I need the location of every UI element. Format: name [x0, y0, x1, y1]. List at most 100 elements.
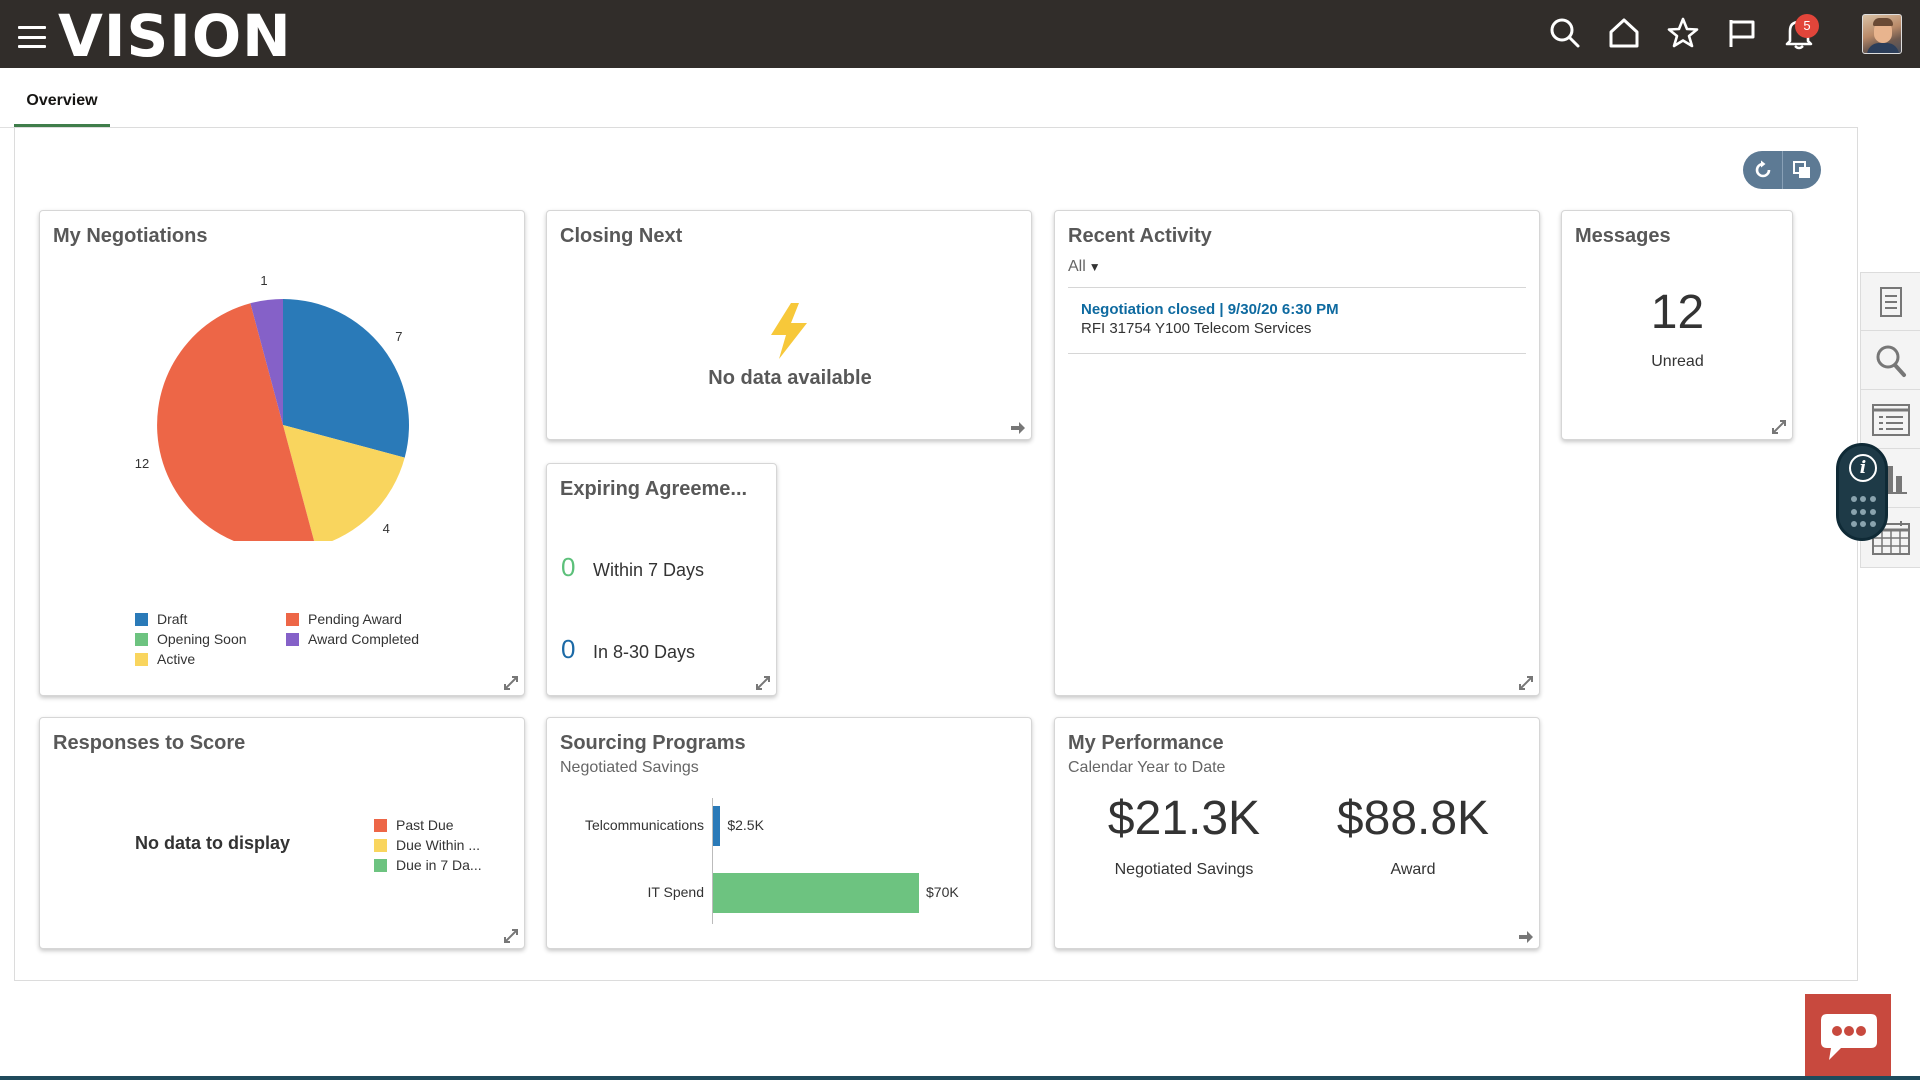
negotiations-pie-chart: 7 4 12 1: [135, 273, 410, 541]
legend-swatch: [374, 818, 387, 832]
legend-swatch: [374, 838, 387, 852]
copy-button[interactable]: [1782, 151, 1821, 189]
legend-swatch: [374, 858, 387, 872]
legend-swatch: [286, 632, 299, 646]
search-icon[interactable]: [1861, 332, 1920, 390]
expiring-row[interactable]: 0 Within 7 Days: [561, 552, 704, 583]
card-title[interactable]: Messages: [1575, 225, 1671, 248]
legend-item[interactable]: Opening Soon: [135, 631, 247, 647]
arrow-right-icon[interactable]: [1518, 930, 1534, 944]
legend-label: Past Due: [396, 817, 454, 833]
messages-card: Messages 12 Unread: [1561, 210, 1793, 440]
card-subtitle: Negotiated Savings: [560, 759, 699, 776]
global-header: VISION 5: [0, 0, 1920, 68]
avatar[interactable]: [1862, 14, 1902, 54]
pie-data-label: 1: [260, 273, 267, 288]
responses-to-score-card: Responses to Score No data to display Pa…: [39, 717, 525, 949]
bar[interactable]: [713, 806, 721, 846]
panel-controls: [1743, 151, 1821, 189]
notification-badge: 5: [1795, 14, 1819, 38]
footer-bar: [0, 1076, 1920, 1080]
refresh-button[interactable]: [1743, 151, 1782, 189]
no-data-text: No data available: [708, 367, 872, 389]
tab-overview[interactable]: Overview: [14, 90, 110, 128]
expiring-label: Within 7 Days: [593, 560, 705, 580]
pie-data-label: 4: [383, 521, 390, 536]
no-data-text: No data to display: [135, 833, 291, 853]
legend-label: Pending Award: [308, 611, 402, 627]
expiring-count: 0: [561, 552, 576, 582]
document-icon[interactable]: [1861, 273, 1920, 331]
expiring-label: In 8-30 Days: [593, 642, 696, 662]
expiring-agreements-card: Expiring Agreeme... 0 Within 7 Days 0 In…: [546, 463, 777, 696]
recent-activity-card: Recent Activity All ▼ Negotiation closed …: [1054, 210, 1540, 696]
arrow-right-icon[interactable]: [1010, 421, 1026, 435]
legend-label: Award Completed: [308, 631, 420, 647]
legend-label: Active: [157, 651, 196, 667]
award-value[interactable]: $88.8K: [1303, 791, 1523, 846]
legend-label: Opening Soon: [157, 631, 247, 647]
expand-icon[interactable]: [503, 675, 519, 691]
divider: [1068, 287, 1526, 288]
legend-item: Due Within ...: [374, 837, 480, 853]
expiring-count: 0: [561, 634, 576, 664]
pie-data-label: 12: [135, 456, 149, 471]
card-title[interactable]: Sourcing Programs: [560, 732, 746, 755]
filter-value: All: [1068, 258, 1086, 275]
lightning-icon: [771, 303, 807, 359]
star-icon[interactable]: [1666, 16, 1700, 50]
category-label: IT Spend: [647, 884, 704, 900]
list-icon[interactable]: [1861, 391, 1920, 449]
search-icon[interactable]: [1548, 16, 1582, 50]
expiring-row[interactable]: 0 In 8-30 Days: [561, 634, 695, 665]
bar[interactable]: [713, 873, 919, 913]
card-title[interactable]: Expiring Agreeme...: [560, 478, 747, 501]
info-icon[interactable]: i: [1849, 454, 1877, 482]
bar-value-label: $70K: [926, 884, 959, 900]
legend-item[interactable]: Award Completed: [286, 631, 419, 647]
drag-handle-icon[interactable]: [1851, 496, 1877, 532]
app-logo[interactable]: VISION: [58, 4, 292, 68]
legend-swatch: [135, 632, 148, 646]
bar-value-label: $2.5K: [727, 817, 764, 833]
legend-swatch: [135, 612, 148, 626]
expand-icon[interactable]: [503, 928, 519, 944]
help-widget[interactable]: i: [1836, 443, 1888, 541]
chat-button[interactable]: [1805, 994, 1891, 1080]
card-title[interactable]: Closing Next: [560, 225, 682, 248]
home-icon[interactable]: [1607, 16, 1641, 50]
card-title[interactable]: Recent Activity: [1068, 225, 1212, 248]
pie-data-label: 7: [395, 329, 402, 344]
legend-item[interactable]: Draft: [135, 611, 187, 627]
divider: [1068, 353, 1526, 354]
menu-icon[interactable]: [18, 26, 46, 48]
legend-item[interactable]: Active: [135, 651, 195, 667]
unread-count[interactable]: 12: [1562, 285, 1793, 340]
card-title[interactable]: My Performance: [1068, 732, 1224, 755]
negotiated-savings-label: Negotiated Savings: [1114, 861, 1254, 878]
negotiated-savings-value[interactable]: $21.3K: [1074, 791, 1294, 846]
activity-link[interactable]: Negotiation closed | 9/30/20 6:30 PM: [1081, 301, 1339, 318]
legend-swatch: [286, 612, 299, 626]
legend-label: Draft: [157, 611, 188, 627]
closing-next-card: Closing Next No data available: [546, 210, 1032, 440]
expand-icon[interactable]: [1771, 419, 1787, 435]
sourcing-programs-card: Sourcing Programs Negotiated Savings Tel…: [546, 717, 1032, 949]
caret-down-icon: ▼: [1088, 260, 1101, 274]
filter-dropdown[interactable]: All ▼: [1068, 258, 1101, 276]
chat-bubble-icon: [1821, 1014, 1877, 1060]
legend-item[interactable]: Pending Award: [286, 611, 402, 627]
category-label: Telcommunications: [584, 817, 704, 833]
my-negotiations-card: My Negotiations 7 4 12 1 Draft Opening Soon A…: [39, 210, 525, 696]
legend-label: Due in 7 Da...: [396, 857, 482, 873]
flag-icon[interactable]: [1725, 16, 1759, 50]
card-title[interactable]: Responses to Score: [53, 732, 245, 755]
legend-item: Past Due: [374, 817, 454, 833]
legend-item: Due in 7 Da...: [374, 857, 482, 873]
activity-description: RFI 31754 Y100 Telecom Services: [1081, 320, 1312, 337]
expand-icon[interactable]: [755, 675, 771, 691]
legend-label: Due Within ...: [396, 837, 481, 853]
unread-label: Unread: [1651, 353, 1704, 370]
card-subtitle: Calendar Year to Date: [1068, 759, 1226, 776]
expand-icon[interactable]: [1518, 675, 1534, 691]
